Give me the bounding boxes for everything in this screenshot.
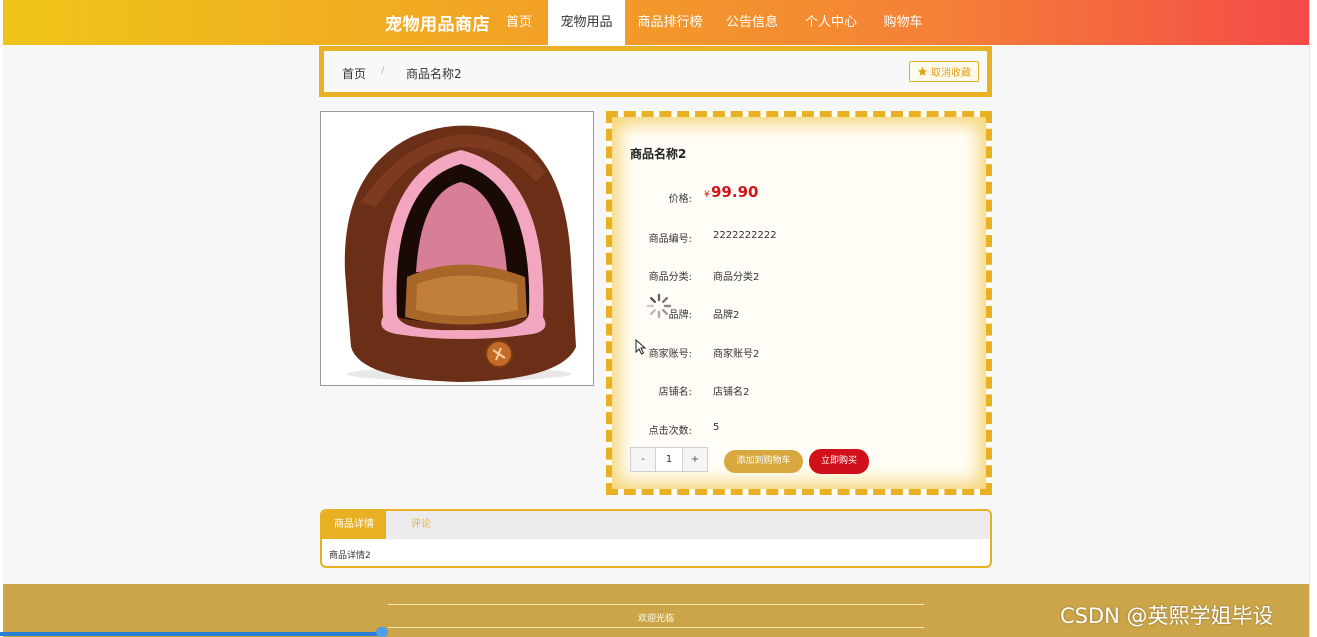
csdn-watermark: CSDN @英熙学姐毕设 — [1060, 604, 1274, 628]
nav-item-pet-supplies[interactable]: 宠物用品 — [548, 0, 625, 45]
cancel-favorite-button[interactable]: 取消收藏 — [909, 61, 979, 82]
breadcrumb: 首页 / 商品名称2 取消收藏 — [319, 46, 992, 97]
top-navbar: 宠物用品商店 首页 宠物用品 商品排行榜 公告信息 个人中心 购物车 — [3, 0, 1309, 45]
product-code-label: 商品编号: — [648, 234, 692, 245]
breadcrumb-separator: / — [381, 65, 385, 76]
tab-product-details[interactable]: 商品详情 — [322, 511, 386, 539]
product-code-value: 2222222222 — [713, 230, 777, 241]
quantity-stepper: - 1 + — [630, 447, 708, 472]
price-label: 价格: — [668, 194, 692, 205]
quantity-minus-button[interactable]: - — [631, 448, 655, 471]
video-progress-knob[interactable] — [376, 627, 388, 637]
tabs-header: 商品详情 评论 — [322, 511, 990, 539]
loading-spinner-icon — [646, 293, 672, 319]
click-count-label: 点击次数: — [648, 426, 692, 437]
breadcrumb-current: 商品名称2 — [406, 67, 462, 81]
mouse-cursor-icon — [635, 339, 647, 355]
category-value: 商品分类2 — [713, 272, 760, 283]
price-currency: ¥ — [704, 190, 710, 200]
shop-name-label: 店铺名: — [658, 387, 692, 398]
quantity-input[interactable]: 1 — [655, 448, 683, 471]
category-label: 商品分类: — [648, 272, 692, 283]
product-image — [320, 111, 594, 386]
breadcrumb-home-link[interactable]: 首页 — [342, 65, 366, 82]
price-value: 99.90 — [711, 183, 759, 201]
nav-item-personal-center[interactable]: 个人中心 — [796, 0, 866, 45]
quantity-plus-button[interactable]: + — [683, 448, 707, 471]
add-to-cart-button[interactable]: 添加到购物车 — [724, 450, 803, 473]
merchant-account-label: 商家账号: — [648, 349, 692, 360]
vertical-scrollbar[interactable] — [1309, 0, 1317, 637]
product-title: 商品名称2 — [630, 147, 687, 161]
footer-divider-top — [388, 604, 924, 605]
site-brand[interactable]: 宠物用品商店 — [385, 10, 490, 35]
product-info-panel: 商品名称2 价格: ¥ 99.90 商品编号: 2222222222 商品分类:… — [606, 111, 992, 495]
footer-welcome-text: 欢迎光临 — [637, 614, 674, 624]
buy-now-button[interactable]: 立即购买 — [809, 449, 869, 474]
nav-item-cart[interactable]: 购物车 — [874, 0, 932, 45]
footer-divider-bottom — [388, 627, 924, 628]
video-progress-bar[interactable] — [0, 632, 382, 636]
nav-item-home[interactable]: 首页 — [496, 0, 542, 45]
brand-value: 品牌2 — [713, 310, 740, 321]
click-count-value: 5 — [713, 422, 720, 433]
cancel-favorite-label: 取消收藏 — [931, 68, 971, 79]
tab-content: 商品详情2 — [329, 551, 371, 561]
nav-item-product-ranking[interactable]: 商品排行榜 — [630, 0, 710, 45]
tab-comments[interactable]: 评论 — [386, 511, 456, 539]
pet-bed-image — [321, 112, 593, 385]
merchant-account-value: 商家账号2 — [713, 349, 760, 360]
star-icon — [917, 66, 928, 76]
shop-name-value: 店铺名2 — [713, 387, 750, 398]
nav-item-announcements[interactable]: 公告信息 — [718, 0, 786, 45]
detail-tabs: 商品详情 评论 商品详情2 — [320, 509, 992, 568]
